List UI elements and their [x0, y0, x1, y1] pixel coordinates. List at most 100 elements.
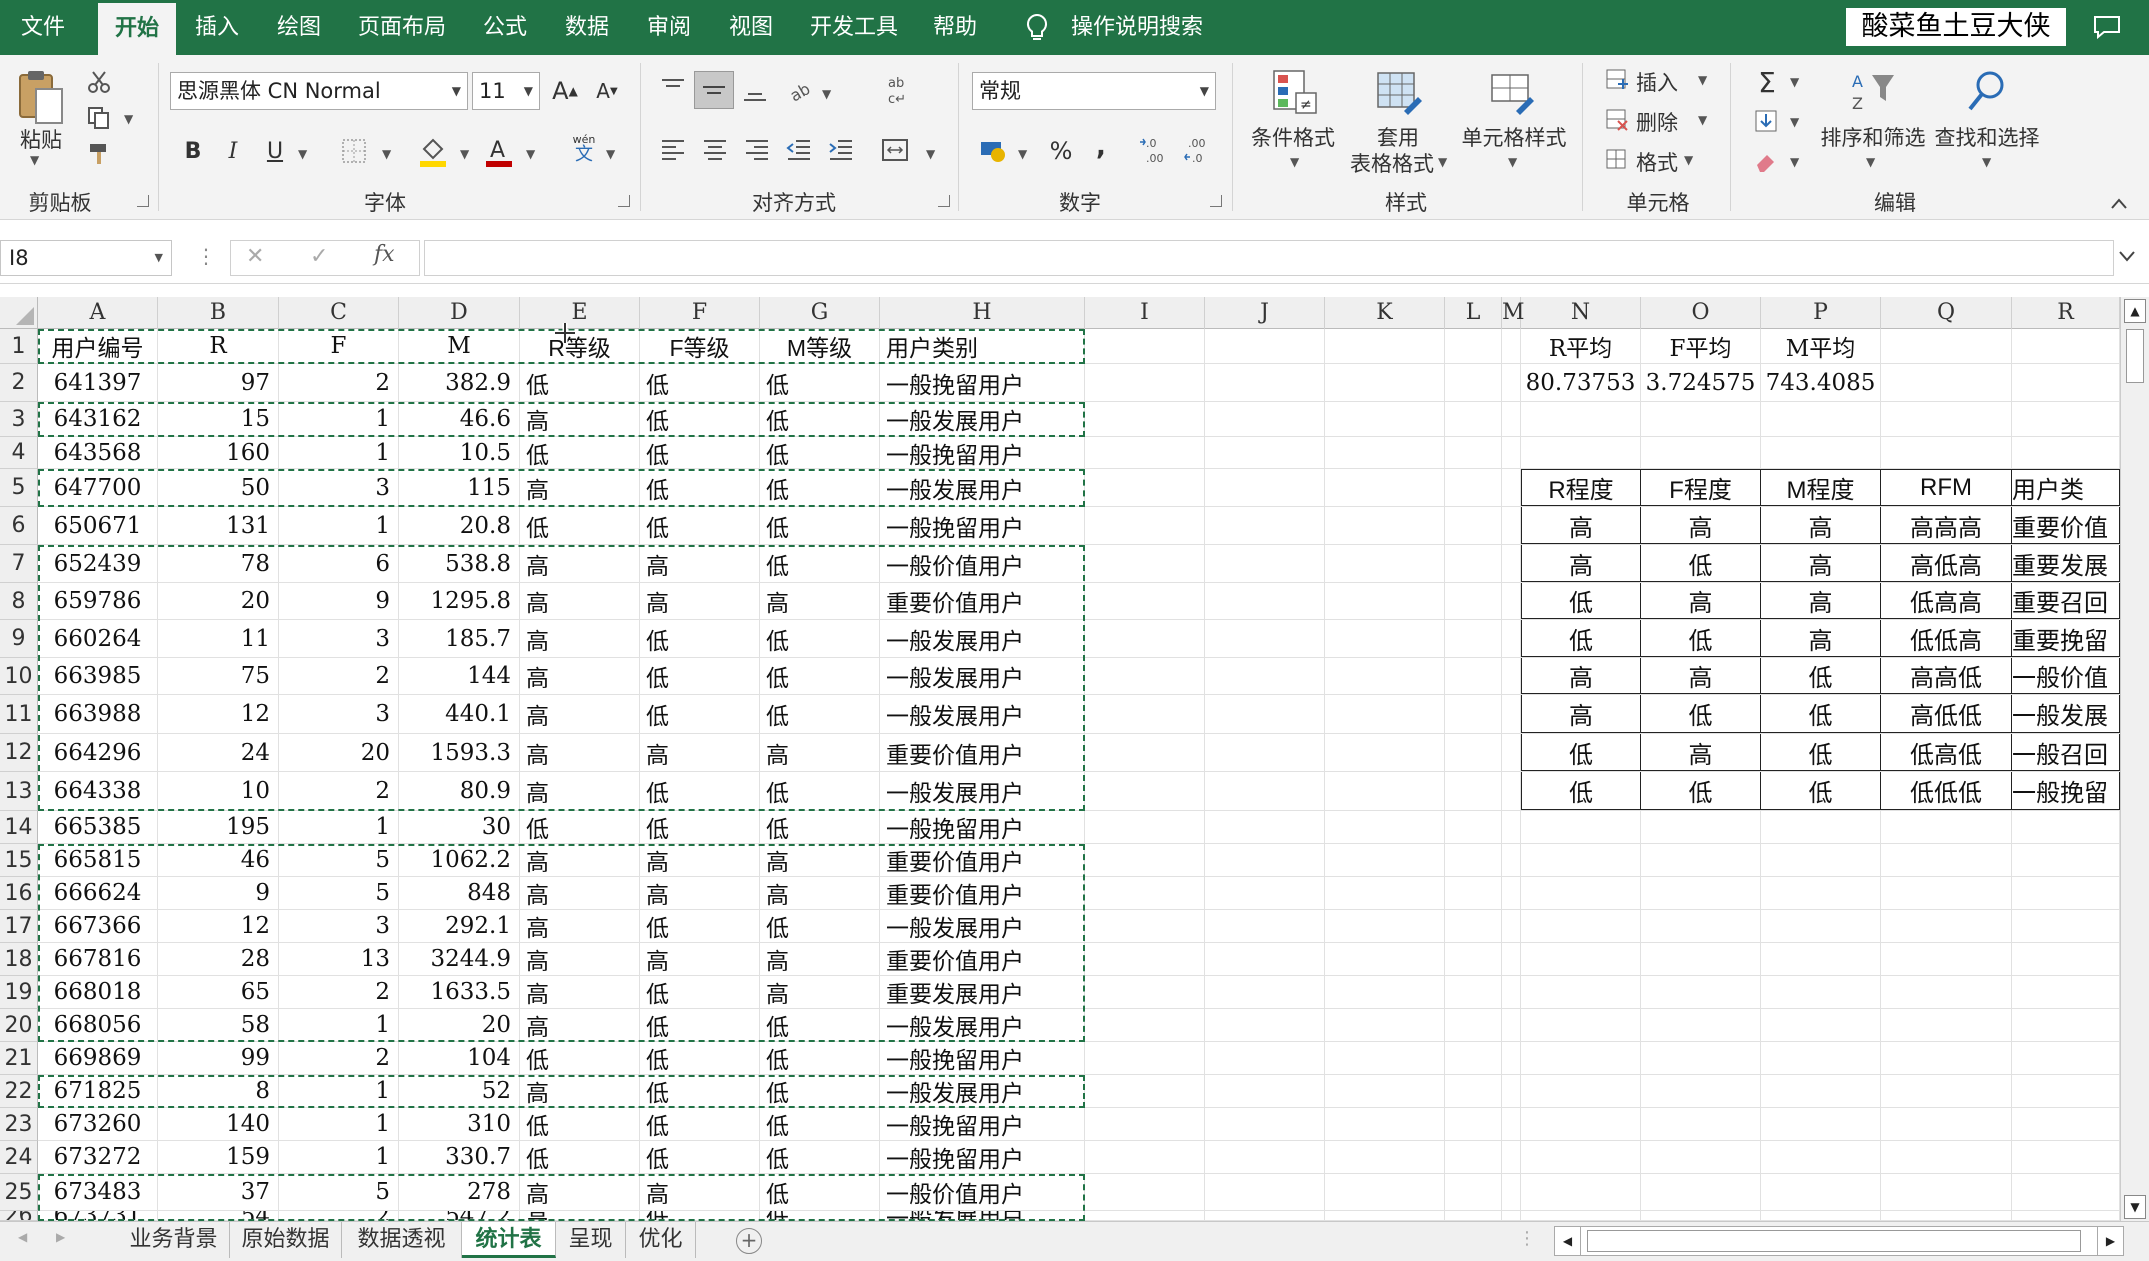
- conditional-format-button[interactable]: 条件格式: [1244, 125, 1342, 151]
- cell-n15[interactable]: [1521, 844, 1641, 876]
- percent-button[interactable]: %: [1044, 133, 1078, 169]
- prev-sheet-icon[interactable]: ◀: [18, 1230, 27, 1244]
- cell-i7[interactable]: [1085, 545, 1205, 582]
- cell-i25[interactable]: [1085, 1174, 1205, 1210]
- cell-q13[interactable]: 低低低: [1881, 772, 2012, 810]
- copy-icon[interactable]: [86, 105, 112, 131]
- cell-k9[interactable]: [1325, 620, 1445, 657]
- cell-r14[interactable]: [2012, 811, 2120, 843]
- row-header[interactable]: 9: [0, 620, 38, 658]
- cell-o23[interactable]: [1641, 1108, 1761, 1140]
- cell-d23[interactable]: 310: [399, 1108, 520, 1140]
- cell-q6[interactable]: 高高高: [1881, 507, 2012, 544]
- cell-a2[interactable]: 641397: [38, 364, 158, 401]
- cell-r25[interactable]: [2012, 1174, 2120, 1210]
- cell-n25[interactable]: [1521, 1174, 1641, 1210]
- cell-p6[interactable]: 高: [1761, 507, 1881, 544]
- cell-o24[interactable]: [1641, 1141, 1761, 1173]
- find-select-button[interactable]: 查找和选择: [1928, 125, 2046, 151]
- decrease-decimal-icon[interactable]: .00.0: [1182, 135, 1216, 167]
- column-header-q[interactable]: Q: [1881, 297, 2012, 329]
- cell-n21[interactable]: [1521, 1042, 1641, 1074]
- format-cells-dropdown-icon[interactable]: ▼: [1684, 153, 1693, 167]
- cell-g1[interactable]: M等级: [760, 329, 880, 363]
- cell-c10[interactable]: 2: [279, 658, 399, 694]
- cell-p13[interactable]: 低: [1761, 772, 1881, 810]
- cell-m11[interactable]: [1502, 695, 1521, 733]
- cell-e21[interactable]: 低: [520, 1042, 640, 1074]
- cell-r16[interactable]: [2012, 877, 2120, 909]
- cell-k24[interactable]: [1325, 1141, 1445, 1173]
- copy-dropdown-icon[interactable]: ▼: [124, 112, 133, 126]
- cell-p11[interactable]: 低: [1761, 695, 1881, 733]
- cell-g10[interactable]: 低: [760, 658, 880, 694]
- cell-b26[interactable]: 54: [158, 1211, 279, 1220]
- delete-cells-button[interactable]: 删除: [1636, 107, 1678, 137]
- font-color-icon[interactable]: A: [484, 133, 514, 169]
- cell-k4[interactable]: [1325, 437, 1445, 468]
- cell-f15[interactable]: 高: [640, 844, 760, 876]
- cell-i4[interactable]: [1085, 437, 1205, 468]
- cell-n12[interactable]: 低: [1521, 734, 1641, 771]
- cell-f22[interactable]: 低: [640, 1075, 760, 1107]
- cell-d20[interactable]: 20: [399, 1009, 520, 1041]
- cell-q5[interactable]: RFM: [1881, 469, 2012, 506]
- cell-g20[interactable]: 低: [760, 1009, 880, 1041]
- cell-f13[interactable]: 低: [640, 772, 760, 810]
- cell-d11[interactable]: 440.1: [399, 695, 520, 733]
- cell-e17[interactable]: 高: [520, 910, 640, 942]
- cell-j9[interactable]: [1205, 620, 1325, 657]
- clipboard-launcher-icon[interactable]: [137, 195, 149, 207]
- underline-dropdown-icon[interactable]: ▼: [298, 147, 307, 161]
- cell-a3[interactable]: 643162: [38, 402, 158, 436]
- cell-c23[interactable]: 1: [279, 1108, 399, 1140]
- cell-q10[interactable]: 高高低: [1881, 658, 2012, 694]
- cell-b15[interactable]: 46: [158, 844, 279, 876]
- cell-k17[interactable]: [1325, 910, 1445, 942]
- cell-o1[interactable]: F平均: [1641, 329, 1761, 363]
- cell-n20[interactable]: [1521, 1009, 1641, 1041]
- alignment-launcher-icon[interactable]: [938, 195, 950, 207]
- sheet-tab-present[interactable]: 呈现: [556, 1222, 626, 1258]
- tab-help[interactable]: 帮助: [924, 0, 986, 55]
- column-header-d[interactable]: D: [399, 297, 520, 329]
- cell-b1[interactable]: R: [158, 329, 279, 363]
- cell-q1[interactable]: [1881, 329, 2012, 363]
- cut-icon[interactable]: [86, 69, 112, 95]
- cell-o2[interactable]: 3.724575: [1641, 364, 1761, 401]
- currency-icon[interactable]: [978, 135, 1010, 165]
- format-as-table-button-line2[interactable]: 表格格式: [1340, 151, 1444, 177]
- cell-i3[interactable]: [1085, 402, 1205, 436]
- paste-button[interactable]: 粘贴: [10, 127, 72, 153]
- cell-r3[interactable]: [2012, 402, 2120, 436]
- cell-j21[interactable]: [1205, 1042, 1325, 1074]
- cell-a12[interactable]: 664296: [38, 734, 158, 771]
- cell-c13[interactable]: 2: [279, 772, 399, 810]
- tab-insert[interactable]: 插入: [186, 0, 248, 55]
- account-name[interactable]: 酸菜鱼土豆大侠: [1846, 8, 2066, 46]
- cell-h16[interactable]: 重要价值用户: [880, 877, 1085, 909]
- cell-a4[interactable]: 643568: [38, 437, 158, 468]
- cell-r11[interactable]: 一般发展: [2012, 695, 2120, 733]
- cell-i15[interactable]: [1085, 844, 1205, 876]
- cell-i16[interactable]: [1085, 877, 1205, 909]
- align-center-icon[interactable]: [700, 135, 730, 165]
- cell-a18[interactable]: 667816: [38, 943, 158, 975]
- cell-g7[interactable]: 低: [760, 545, 880, 582]
- border-dropdown-icon[interactable]: ▼: [382, 147, 391, 161]
- cell-f25[interactable]: 高: [640, 1174, 760, 1210]
- cell-r10[interactable]: 一般价值: [2012, 658, 2120, 694]
- cell-j8[interactable]: [1205, 583, 1325, 619]
- cell-f23[interactable]: 低: [640, 1108, 760, 1140]
- cell-e16[interactable]: 高: [520, 877, 640, 909]
- cell-d6[interactable]: 20.8: [399, 507, 520, 544]
- cell-m4[interactable]: [1502, 437, 1521, 468]
- row-header[interactable]: 6: [0, 507, 38, 545]
- cell-l18[interactable]: [1445, 943, 1502, 975]
- align-middle-icon[interactable]: [694, 71, 734, 109]
- cell-k13[interactable]: [1325, 772, 1445, 810]
- cell-m3[interactable]: [1502, 402, 1521, 436]
- cell-m20[interactable]: [1502, 1009, 1521, 1041]
- cell-r2[interactable]: [2012, 364, 2120, 401]
- cell-o10[interactable]: 高: [1641, 658, 1761, 694]
